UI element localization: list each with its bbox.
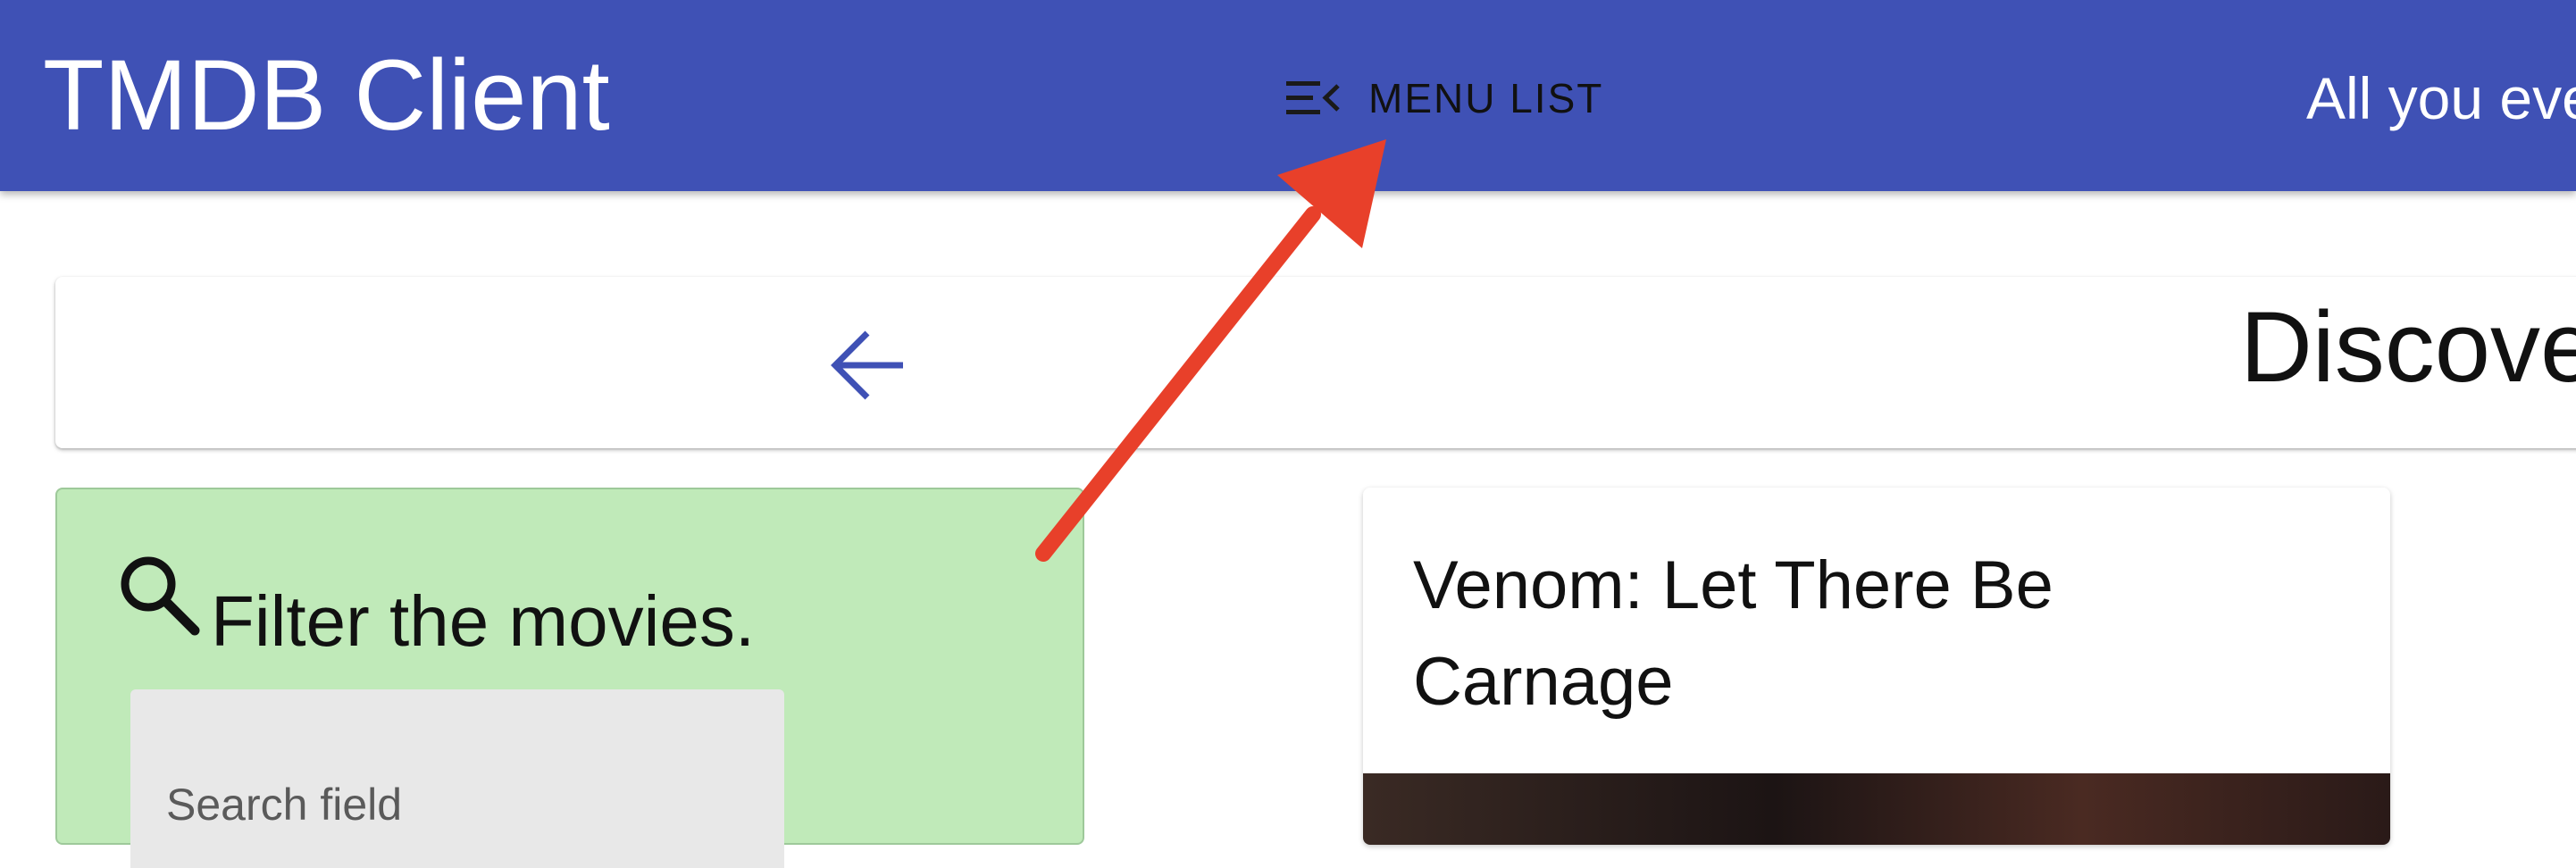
app-tagline: All you eve	[2306, 65, 2576, 131]
page-title: Discove	[2240, 291, 2576, 403]
back-button[interactable]	[815, 321, 922, 410]
movie-poster	[1363, 773, 2390, 845]
arrow-back-icon	[831, 330, 903, 400]
filter-title: Filter the movies.	[211, 581, 756, 661]
search-icon	[121, 556, 200, 636]
search-input[interactable]	[130, 689, 784, 868]
filter-card: Filter the movies.	[55, 488, 1084, 868]
app-bar: TMDB Client MENU LIST All you eve	[0, 0, 2576, 191]
movie-title: Venom: Let There Be Carnage	[1413, 547, 2053, 720]
page-header-card: Discove	[55, 277, 2576, 448]
movie-card[interactable]: Venom: Let There Be Carnage	[1363, 488, 2390, 845]
app-title: TMDB Client	[43, 39, 610, 151]
menu-open-icon	[1286, 81, 1340, 114]
menu-list-label: MENU LIST	[1368, 75, 1604, 121]
menu-list-button[interactable]: MENU LIST	[1286, 63, 1603, 134]
